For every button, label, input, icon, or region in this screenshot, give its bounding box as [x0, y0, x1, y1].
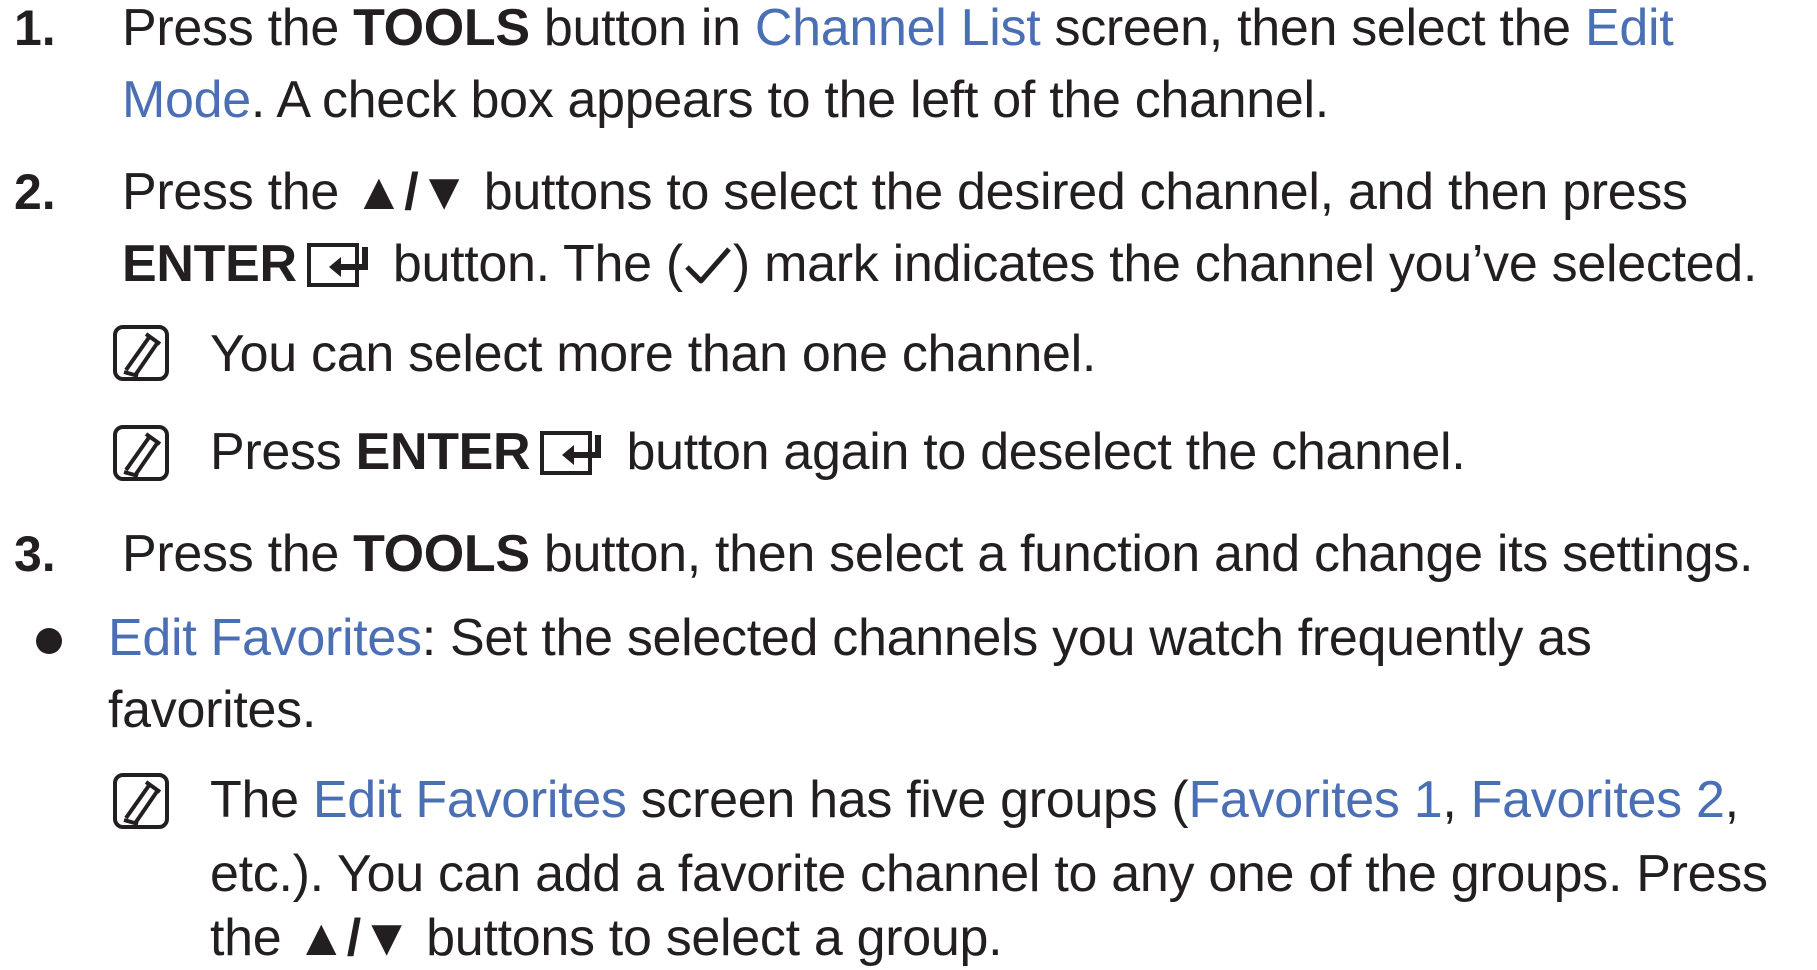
step-2-number: 2. — [14, 164, 56, 220]
step-3-number: 3. — [14, 526, 56, 582]
tools-term: TOOLS — [353, 0, 530, 57]
enter-term: ENTER — [355, 423, 531, 481]
enter-term: ENTER — [122, 235, 297, 293]
note-3-line-1: The Edit Favorites screen has five group… — [210, 771, 1739, 829]
channel-list-link: Channel List — [754, 0, 1041, 57]
enter-icon — [306, 243, 368, 287]
edit-favorites-link: Edit Favorites — [108, 609, 422, 667]
note-3-line-2: etc.). You can add a favorite channel to… — [210, 845, 1768, 903]
note-2-text: Press ENTER button again to deselect the… — [210, 423, 1466, 481]
step-2-line-1: Press the ▲/▼ buttons to select the desi… — [122, 163, 1688, 221]
up-down-arrows: ▲/▼ — [295, 909, 413, 967]
bullet-icon — [36, 628, 62, 654]
note-1-text: You can select more than one channel. — [210, 325, 1097, 383]
favorites-2-link: Favorites 2 — [1470, 771, 1725, 829]
bullet-line-2: favorites. — [108, 681, 316, 739]
note-3-line-3: the ▲/▼ buttons to select a group. — [210, 909, 1003, 967]
bullet-line-1: Edit Favorites: Set the selected channel… — [108, 609, 1592, 667]
edit-mode-link-part-1: Edit — [1584, 0, 1674, 57]
favorites-1-link: Favorites 1 — [1188, 771, 1443, 829]
step-1-line-1: Press the TOOLS button in Channel List s… — [122, 0, 1674, 57]
note-icon — [113, 773, 169, 829]
up-down-arrows: ▲/▼ — [353, 163, 470, 221]
tools-term: TOOLS — [353, 525, 530, 583]
note-icon — [113, 325, 169, 381]
step-1-number: 1. — [14, 0, 56, 56]
check-mark-icon — [685, 247, 731, 284]
edit-favorites-link: Edit Favorites — [312, 771, 627, 829]
step-2-line-2: ENTER button. The () mark indicates the … — [122, 235, 1758, 293]
enter-icon — [540, 431, 602, 475]
step-1-line-2: Mode. A check box appears to the left of… — [122, 71, 1329, 129]
note-icon — [113, 425, 169, 481]
step-3-line-1: Press the TOOLS button, then select a fu… — [122, 525, 1754, 583]
manual-page: 1. Press the TOOLS button in Channel Lis… — [0, 0, 1817, 967]
edit-mode-link-part-2: Mode — [122, 71, 251, 129]
